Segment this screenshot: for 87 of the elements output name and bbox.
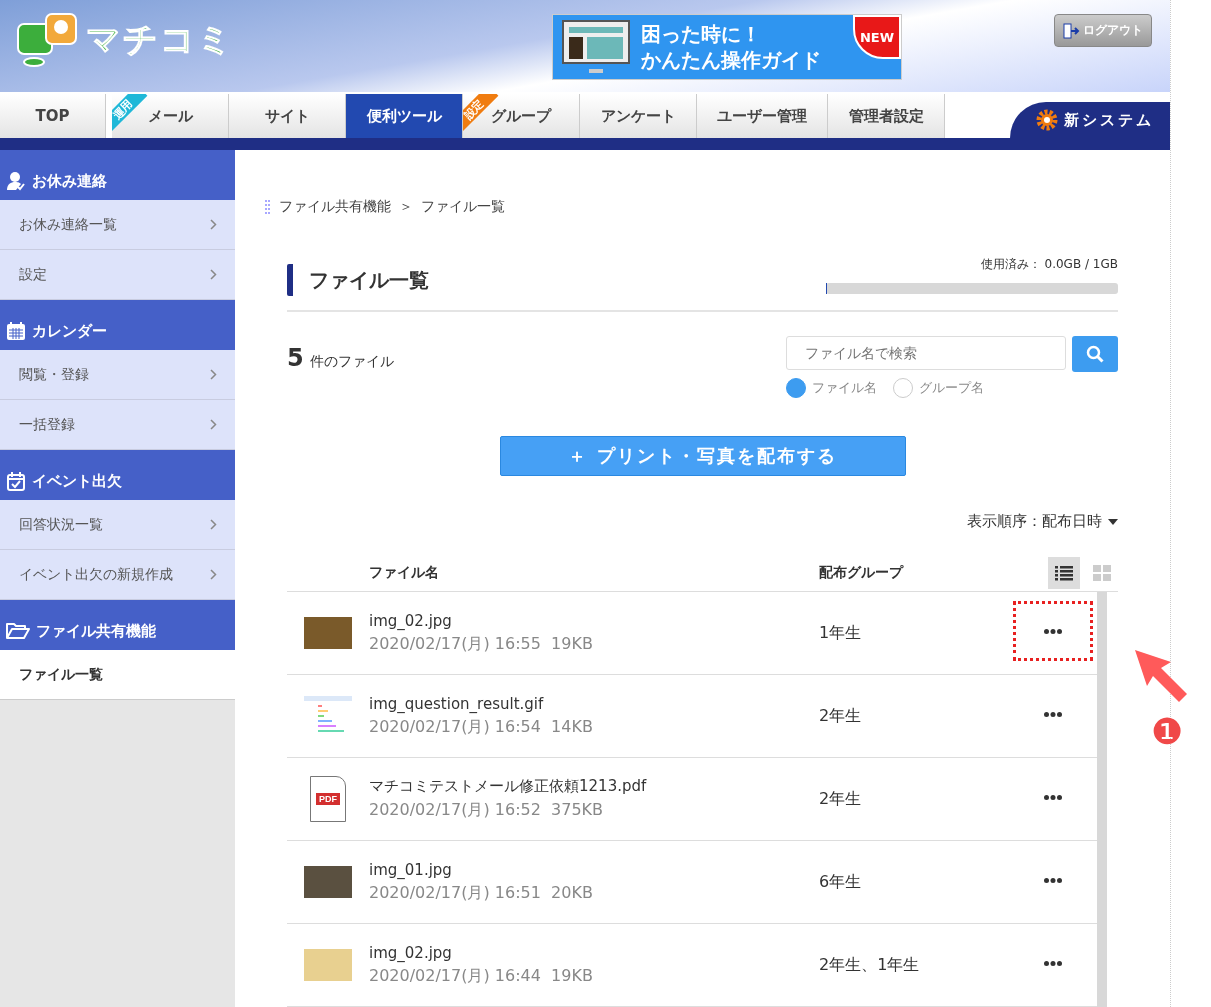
sidebar-section-header: カレンダー xyxy=(0,300,235,350)
list-icon xyxy=(1055,565,1073,581)
pointer-arrow xyxy=(1133,648,1189,704)
column-header: ファイル名 xyxy=(369,564,440,582)
nav-tab[interactable]: 管理者設定 xyxy=(828,94,945,138)
nav-tab[interactable]: ユーザー管理 xyxy=(697,94,828,138)
file-name[interactable]: img_01.jpg xyxy=(369,860,819,879)
sidebar-section-header: お休み連絡 xyxy=(0,150,235,200)
search-button[interactable] xyxy=(1072,336,1118,372)
group-cell-text: 1年生 xyxy=(819,622,863,644)
calendar-check-icon xyxy=(6,471,26,491)
sidebar-item[interactable]: 閲覧・登録 xyxy=(0,350,235,400)
more-button[interactable] xyxy=(1013,601,1093,661)
sidebar-item[interactable]: イベント出欠の新規作成 xyxy=(0,550,235,600)
new-system-tab[interactable]: 新システム xyxy=(1010,102,1170,138)
grip-icon xyxy=(265,200,271,214)
nav-tab[interactable]: サイト xyxy=(229,94,346,138)
grid-icon xyxy=(1093,565,1111,581)
caret-down-icon xyxy=(1108,518,1118,525)
search-scope-radio[interactable]: ファイル名 xyxy=(786,378,877,398)
logo-icon xyxy=(16,12,80,68)
gear-icon xyxy=(1036,109,1058,131)
sort-dropdown[interactable]: 表示順序：配布日時 xyxy=(967,512,1118,531)
chevron-right-icon xyxy=(210,419,217,430)
file-name[interactable]: img_question_result.gif xyxy=(369,694,819,713)
pdf-file-icon: PDF xyxy=(310,776,346,822)
breadcrumb-separator: ＞ xyxy=(399,198,413,216)
file-meta: 2020/02/17(月) 16:55 19KB xyxy=(369,633,594,655)
group-cell-text: 2年生、1年生 xyxy=(819,954,921,976)
file-name[interactable]: img_02.jpg xyxy=(369,943,819,962)
file-meta: 2020/02/17(月) 16:44 19KB xyxy=(369,965,594,987)
more-icon xyxy=(1044,711,1062,717)
file-count: 5 xyxy=(287,344,304,372)
photo-placeholder xyxy=(304,949,352,981)
search-field[interactable]: ファイル名で検索 xyxy=(786,336,1066,370)
folder-icon xyxy=(6,622,30,640)
storage-usage-text: 使用済み： 0.0GB / 1GB xyxy=(980,256,1118,273)
sidebar-item[interactable]: 設定 xyxy=(0,250,235,300)
sidebar-section-header: ファイル共有機能 xyxy=(0,600,235,650)
nav-tab[interactable]: 運用 メール xyxy=(112,94,229,138)
file-name[interactable]: マチコミテストメール修正依頼1213.pdf xyxy=(369,777,819,796)
more-icon xyxy=(1044,960,1062,966)
breadcrumb-link[interactable]: ファイル共有機能 xyxy=(279,198,391,216)
nav-tab[interactable]: 便利ツール xyxy=(346,94,463,138)
chevron-right-icon xyxy=(210,219,217,230)
more-icon xyxy=(1044,628,1062,634)
door-exit-icon xyxy=(1063,22,1081,39)
chevron-right-icon xyxy=(210,519,217,530)
banner-line: かんたん操作ガイド xyxy=(641,47,821,73)
group-cell-text: 2年生 xyxy=(819,705,863,727)
file-count-label: 件のファイル xyxy=(309,353,394,371)
callout-number: ❶ xyxy=(1149,710,1184,754)
chevron-right-icon xyxy=(210,369,217,380)
breadcrumb-current: ファイル一覧 xyxy=(421,198,505,216)
new-badge: NEW xyxy=(853,15,901,59)
sidebar-item[interactable]: 一括登録 xyxy=(0,400,235,450)
group-cell-text: 6年生 xyxy=(819,871,863,893)
file-meta: 2020/02/17(月) 16:54 14KB xyxy=(369,716,594,738)
logo-text: マチコミ xyxy=(86,18,234,61)
column-header: 配布グループ xyxy=(819,564,903,582)
monitor-icon xyxy=(561,19,631,75)
more-icon xyxy=(1044,794,1062,800)
radio-circle[interactable] xyxy=(893,378,913,398)
photo-placeholder xyxy=(304,866,352,898)
more-icon xyxy=(1044,877,1062,883)
sidebar-item[interactable]: ファイル一覧 xyxy=(0,650,235,700)
guide-banner[interactable]: 困った時に！ かんたん操作ガイド NEW xyxy=(552,14,902,80)
photo-placeholder xyxy=(304,617,352,649)
file-name[interactable]: img_02.jpg xyxy=(369,611,819,630)
search-scope-radio[interactable]: グループ名 xyxy=(893,378,984,398)
sidebar-section-header: イベント出欠 xyxy=(0,450,235,500)
sidebar-item[interactable]: 回答状況一覧 xyxy=(0,500,235,550)
nav-tab[interactable]: アンケート xyxy=(580,94,697,138)
page-title: ファイル一覧 xyxy=(287,264,429,296)
banner-line: 困った時に！ xyxy=(641,21,762,47)
file-meta: 2020/02/17(月) 16:52 375KB xyxy=(369,800,605,821)
chevron-right-icon xyxy=(210,569,217,580)
chevron-right-icon xyxy=(210,269,217,280)
person-check-icon xyxy=(6,171,26,191)
sidebar-item[interactable]: お休み連絡一覧 xyxy=(0,200,235,250)
nav-tab[interactable]: TOP xyxy=(0,94,106,138)
list-view-button[interactable] xyxy=(1048,557,1080,589)
group-cell-text: 2年生 xyxy=(819,788,863,810)
radio-circle[interactable] xyxy=(786,378,806,398)
file-meta: 2020/02/17(月) 16:51 20KB xyxy=(369,882,594,904)
calendar-icon xyxy=(6,321,26,341)
search-icon xyxy=(1086,345,1104,363)
